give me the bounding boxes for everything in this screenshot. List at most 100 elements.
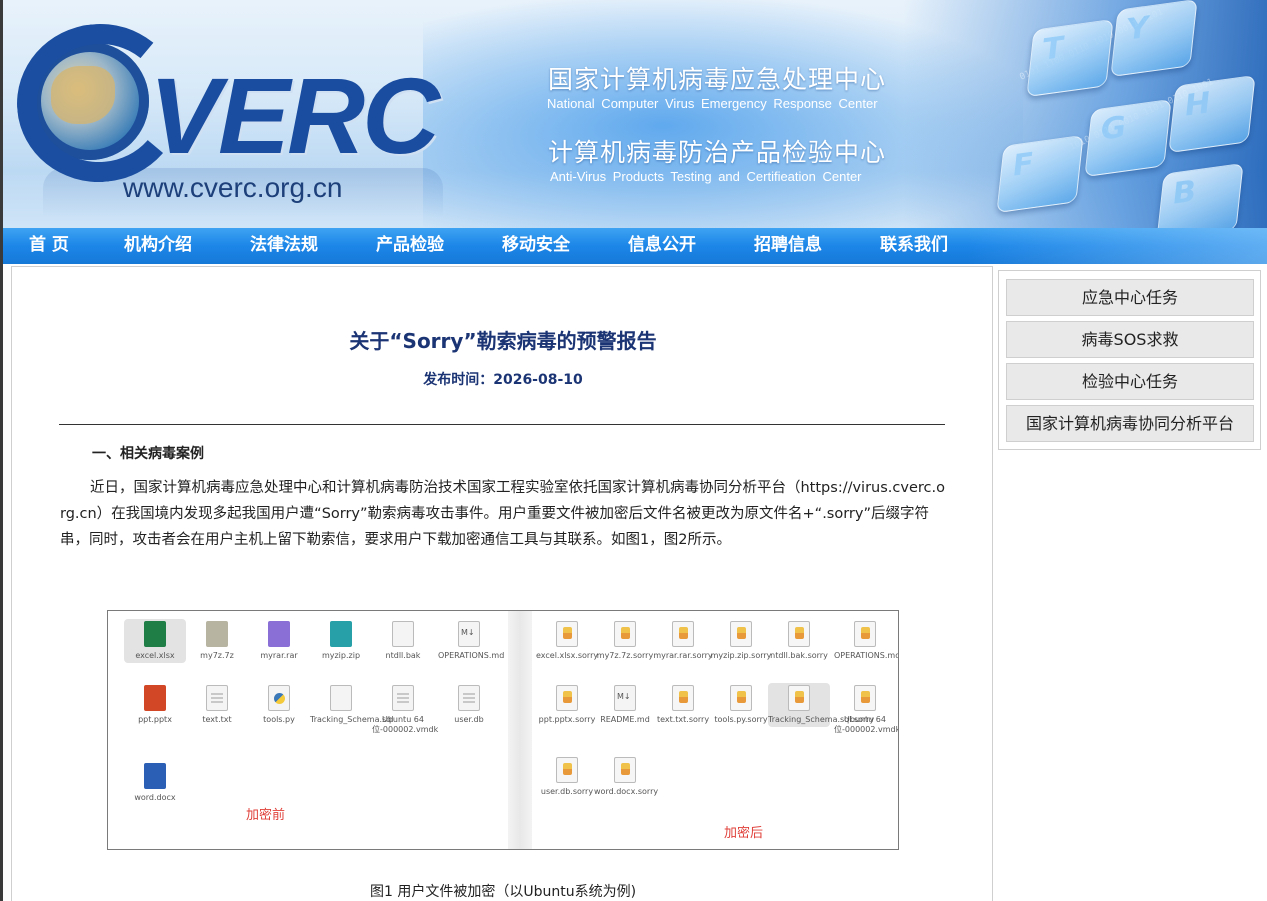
encrypted-file-icon xyxy=(854,685,876,711)
file-label: my7z.7z.sorry xyxy=(596,651,654,660)
header-banner: 0101 1100 0110 1010 0011 0101 1010 0111 … xyxy=(3,0,1267,228)
keyboard-key-y: Y xyxy=(1110,0,1198,78)
article-container: 关于“Sorry”勒索病毒的预警报告 发布时间：2026-08-10 一、相关病… xyxy=(11,266,993,901)
nav-item-laws[interactable]: 法律法规 xyxy=(250,228,318,264)
file-label: word.docx.sorry xyxy=(594,787,659,796)
encrypted-file-icon xyxy=(556,621,578,647)
article-paragraph: 近日，国家计算机病毒应急处理中心和计算机病毒防治技术国家工程实验室依托国家计算机… xyxy=(60,480,945,548)
file-item: tools.py.sorry xyxy=(710,685,772,725)
encrypted-file-icon xyxy=(730,685,752,711)
file-item: word.docx.sorry xyxy=(594,757,659,797)
python-file-icon xyxy=(268,685,290,711)
sidebar-item-emergency-tasks[interactable]: 应急中心任务 xyxy=(1006,279,1254,316)
file-item: word.docx xyxy=(124,763,186,803)
sidebar-item-testing-tasks[interactable]: 检验中心任务 xyxy=(1006,363,1254,400)
backup-file-icon xyxy=(392,621,414,647)
file-item: excel.xlsx xyxy=(124,619,186,663)
database-file-icon xyxy=(330,685,352,711)
keyboard-key-g: G xyxy=(1084,98,1172,178)
org-name-en-2: Anti-Virus Products Testing and Certifie… xyxy=(550,169,862,184)
nav-item-disclosure[interactable]: 信息公开 xyxy=(628,228,696,264)
encrypted-file-icon xyxy=(672,621,694,647)
file-label: ppt.pptx.sorry xyxy=(538,715,596,724)
file-label: excel.xlsx xyxy=(135,651,175,660)
article-title: 关于“Sorry”勒索病毒的预警报告 xyxy=(349,329,657,353)
file-label: myrar.rar xyxy=(260,651,298,660)
file-label: OPERATIONS.md.sorry xyxy=(834,651,898,660)
file-item: ppt.pptx.sorry xyxy=(536,685,598,725)
file-label: tools.py xyxy=(263,715,295,724)
file-label: my7z.7z xyxy=(200,651,234,660)
title-divider xyxy=(59,424,945,425)
sidebar-item-virus-sos[interactable]: 病毒SOS求救 xyxy=(1006,321,1254,358)
file-item: myrar.rar xyxy=(248,621,310,661)
file-item: excel.xlsx.sorry xyxy=(536,621,598,661)
figure-1-image: excel.xlsx my7z.7z myrar.rar myzip.zip n… xyxy=(107,610,899,850)
encrypted-file-icon xyxy=(556,685,578,711)
figure-before-panel: excel.xlsx my7z.7z myrar.rar myzip.zip n… xyxy=(108,611,508,849)
disk-image-file-icon xyxy=(392,685,414,711)
file-item: ntdll.bak.sorry xyxy=(768,621,830,661)
before-label: 加密前 xyxy=(246,808,286,823)
publish-date: 2026-08-10 xyxy=(493,372,583,388)
encrypted-file-icon xyxy=(730,621,752,647)
file-label: tools.py.sorry xyxy=(714,715,768,724)
file-label: user.db xyxy=(454,715,484,724)
section-heading: 一、相关病毒案例 xyxy=(92,446,204,462)
encrypted-file-icon xyxy=(614,757,636,783)
keyboard-key-t: T xyxy=(1026,18,1114,98)
encrypted-file-icon xyxy=(788,685,810,711)
nav-item-product-testing[interactable]: 产品检验 xyxy=(376,228,444,264)
file-item: OPERATIONS.md xyxy=(438,621,504,661)
file-item: tools.py xyxy=(248,685,310,725)
file-item: README.md xyxy=(594,685,656,725)
markdown-file-icon xyxy=(458,621,480,647)
sidebar: 应急中心任务 病毒SOS求救 检验中心任务 国家计算机病毒协同分析平台 xyxy=(998,270,1261,450)
file-label: text.txt.sorry xyxy=(656,715,710,724)
excel-file-icon xyxy=(144,621,166,647)
main-nav: 首 页 机构介绍 法律法规 产品检验 移动安全 信息公开 招聘信息 联系我们 xyxy=(3,228,1267,264)
file-label: ntdll.bak xyxy=(385,651,421,660)
org-name-cn-2: 计算机病毒防治产品检验中心 xyxy=(548,138,887,167)
keyboard-key-f: F xyxy=(996,134,1084,214)
file-item: Ubuntu 64位-000002.vmdk.sorry xyxy=(834,685,899,735)
archive-zip-icon xyxy=(330,621,352,647)
file-label: ntdll.bak.sorry xyxy=(770,651,828,660)
file-label: myrar.rar.sorry xyxy=(653,651,713,660)
file-label: Ubuntu 64位-000002.vmdk.sorry xyxy=(834,715,899,734)
file-item: Tracking_Schema.sql.sorry xyxy=(768,683,874,727)
db-file-icon xyxy=(458,685,480,711)
text-file-icon xyxy=(206,685,228,711)
file-label: myzip.zip.sorry xyxy=(710,651,772,660)
org-name-en-1: National Computer Virus Emergency Respon… xyxy=(547,96,878,111)
file-item: user.db xyxy=(438,685,500,725)
logo-text: VERC xyxy=(149,55,440,176)
file-item: myzip.zip xyxy=(310,621,372,661)
nav-item-mobile-security[interactable]: 移动安全 xyxy=(502,228,570,264)
publish-date-row: 发布时间：2026-08-10 xyxy=(12,369,994,389)
nav-item-about[interactable]: 机构介绍 xyxy=(124,228,192,264)
encrypted-file-icon xyxy=(556,757,578,783)
archive-rar-icon xyxy=(268,621,290,647)
after-label: 加密后 xyxy=(724,826,764,841)
file-label: OPERATIONS.md xyxy=(438,651,505,660)
file-label: excel.xlsx.sorry xyxy=(536,651,599,660)
file-label: word.docx xyxy=(134,793,176,802)
nav-fade xyxy=(967,228,1267,264)
keyboard-key-b: B xyxy=(1156,162,1244,228)
file-label: text.txt xyxy=(202,715,232,724)
sidebar-item-analysis-platform[interactable]: 国家计算机病毒协同分析平台 xyxy=(1006,405,1254,442)
file-item: ppt.pptx xyxy=(124,685,186,725)
file-item: user.db.sorry xyxy=(536,757,598,797)
figure-separator xyxy=(508,611,532,849)
powerpoint-file-icon xyxy=(144,685,166,711)
nav-item-home[interactable]: 首 页 xyxy=(29,228,69,264)
encrypted-file-icon xyxy=(614,621,636,647)
logo-url[interactable]: www.cverc.org.cn xyxy=(123,172,342,204)
nav-item-contact[interactable]: 联系我们 xyxy=(880,228,948,264)
encrypted-file-icon xyxy=(854,621,876,647)
file-item: my7z.7z xyxy=(186,621,248,661)
file-item: text.txt.sorry xyxy=(652,685,714,725)
nav-item-recruitment[interactable]: 招聘信息 xyxy=(754,228,822,264)
readme-file-icon xyxy=(614,685,636,711)
